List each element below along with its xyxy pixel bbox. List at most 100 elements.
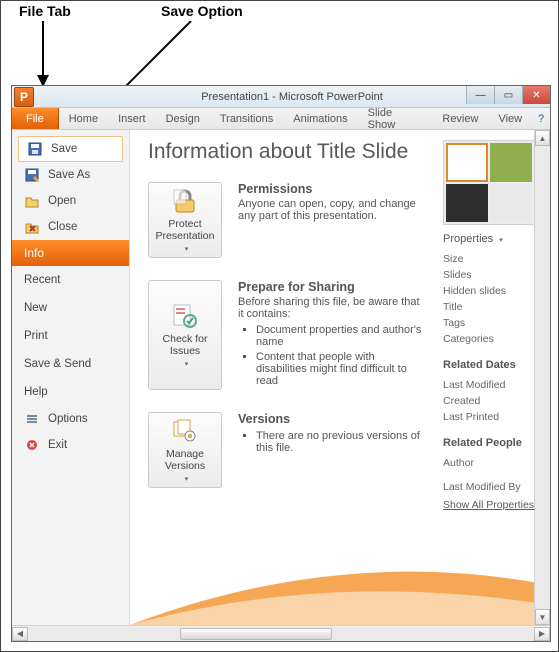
section-heading: Versions <box>238 412 425 426</box>
dropdown-caret-icon: ▾ <box>185 475 189 483</box>
sidebar-item-exit[interactable]: Exit <box>12 432 129 458</box>
options-icon <box>24 411 40 427</box>
versions-section: Manage Versions ▾ Versions There are no p… <box>148 412 425 488</box>
properties-dropdown[interactable]: Properties ▾ <box>443 233 538 245</box>
close-file-icon <box>24 219 40 235</box>
backstage-sidebar: Save Save As Open <box>12 130 130 625</box>
help-icon[interactable]: ? <box>532 108 550 129</box>
section-desc: Before sharing this file, be aware that … <box>238 296 425 320</box>
sidebar-item-new[interactable]: New <box>12 294 129 322</box>
section-heading: Prepare for Sharing <box>238 280 425 294</box>
sidebar-label: Open <box>48 195 76 207</box>
people-list: Author <box>443 455 538 471</box>
sidebar-label: Close <box>48 221 77 233</box>
scroll-right-button[interactable]: ▶ <box>534 627 550 641</box>
exit-icon <box>24 437 40 453</box>
annotation-arrow-file <box>31 21 61 91</box>
prop-row: Hidden slides <box>443 283 538 299</box>
save-icon <box>27 141 43 157</box>
tab-slideshow[interactable]: Slide Show <box>358 108 433 129</box>
prop-row: Categories <box>443 331 538 347</box>
dropdown-caret-icon: ▾ <box>185 360 189 368</box>
sidebar-item-help[interactable]: Help <box>12 378 129 406</box>
prepare-section: Check for Issues ▾ Prepare for Sharing Be… <box>148 280 425 390</box>
sidebar-item-info[interactable]: Info <box>12 240 129 266</box>
button-label: Protect Presentation <box>151 218 219 242</box>
title-bar: P Presentation1 - Microsoft PowerPoint —… <box>12 86 550 108</box>
prop-row: Size <box>443 251 538 267</box>
annotation-save-option: Save Option <box>161 3 243 19</box>
show-all-properties-link[interactable]: Show All Properties <box>443 499 538 511</box>
list-item: There are no previous versions of this f… <box>256 430 425 454</box>
app-window: P Presentation1 - Microsoft PowerPoint —… <box>11 85 551 642</box>
last-modified-by: Last Modified By <box>443 481 538 493</box>
scroll-thumb[interactable] <box>180 628 332 640</box>
list-item: Content that people with disabilities mi… <box>256 351 425 387</box>
file-tab[interactable]: File <box>12 108 59 129</box>
prop-row: Author <box>443 455 538 471</box>
prop-row: Slides <box>443 267 538 283</box>
prop-row: Last Printed <box>443 409 538 425</box>
properties-list: Size Slides Hidden slides Title Tags Cat… <box>443 251 538 347</box>
dropdown-caret-icon: ▾ <box>185 245 189 253</box>
sidebar-item-print[interactable]: Print <box>12 322 129 350</box>
check-issues-button[interactable]: Check for Issues ▾ <box>148 280 222 390</box>
tab-transitions[interactable]: Transitions <box>210 108 283 129</box>
scroll-track[interactable] <box>28 627 534 641</box>
thumbnail[interactable] <box>446 143 488 182</box>
sidebar-item-recent[interactable]: Recent <box>12 266 129 294</box>
ribbon-tabs: File Home Insert Design Transitions Anim… <box>12 108 550 130</box>
scroll-up-button[interactable]: ▲ <box>535 130 550 146</box>
related-dates-heading: Related Dates <box>443 359 538 371</box>
sidebar-item-close[interactable]: Close <box>12 214 129 240</box>
tab-insert[interactable]: Insert <box>108 108 156 129</box>
protect-presentation-button[interactable]: Protect Presentation ▾ <box>148 182 222 258</box>
sidebar-item-options[interactable]: Options <box>12 406 129 432</box>
sidebar-item-save[interactable]: Save <box>18 136 123 162</box>
sidebar-item-save-send[interactable]: Save & Send <box>12 350 129 378</box>
button-label: Check for Issues <box>151 333 219 357</box>
lock-icon <box>170 187 200 215</box>
tab-view[interactable]: View <box>488 108 532 129</box>
save-as-icon <box>24 167 40 183</box>
sidebar-item-save-as[interactable]: Save As <box>12 162 129 188</box>
sidebar-label: Options <box>48 413 88 425</box>
sidebar-item-open[interactable]: Open <box>12 188 129 214</box>
close-button[interactable]: ✕ <box>522 86 550 104</box>
scroll-left-button[interactable]: ◀ <box>12 627 28 641</box>
powerpoint-icon: P <box>14 87 34 107</box>
tab-review[interactable]: Review <box>432 108 488 129</box>
thumbnail[interactable] <box>490 184 532 223</box>
checklist-icon <box>170 302 200 330</box>
horizontal-scrollbar[interactable]: ◀ ▶ <box>12 625 550 641</box>
related-people-heading: Related People <box>443 437 538 449</box>
tab-design[interactable]: Design <box>156 108 210 129</box>
prop-row: Tags <box>443 315 538 331</box>
maximize-button[interactable]: ▭ <box>494 86 522 104</box>
list-item: Document properties and author's name <box>256 324 425 348</box>
info-panel: Information about Title Slide Protect Pr… <box>130 130 550 625</box>
scroll-down-button[interactable]: ▼ <box>535 609 550 625</box>
section-heading: Permissions <box>238 182 425 196</box>
dropdown-caret-icon: ▾ <box>499 237 503 244</box>
annotation-file-tab: File Tab <box>19 3 71 19</box>
sidebar-label: Exit <box>48 439 67 451</box>
vertical-scrollbar[interactable]: ▲ ▼ <box>534 130 550 625</box>
prop-row: Title <box>443 299 538 315</box>
manage-versions-button[interactable]: Manage Versions ▾ <box>148 412 222 488</box>
scroll-track[interactable] <box>535 146 550 609</box>
sidebar-label: Save <box>51 143 77 155</box>
minimize-button[interactable]: — <box>466 86 494 104</box>
prop-row: Last Modified <box>443 377 538 393</box>
page-title: Information about Title Slide <box>148 140 425 164</box>
tab-home[interactable]: Home <box>59 108 108 129</box>
permissions-section: Protect Presentation ▾ Permissions Anyone… <box>148 182 425 258</box>
section-desc: Anyone can open, copy, and change any pa… <box>238 198 425 222</box>
thumbnail[interactable] <box>490 143 532 182</box>
dates-list: Last Modified Created Last Printed <box>443 377 538 425</box>
tab-animations[interactable]: Animations <box>283 108 357 129</box>
sidebar-label: Save As <box>48 169 90 181</box>
button-label: Manage Versions <box>151 448 219 472</box>
thumbnail[interactable] <box>446 184 488 223</box>
versions-icon <box>170 417 200 445</box>
